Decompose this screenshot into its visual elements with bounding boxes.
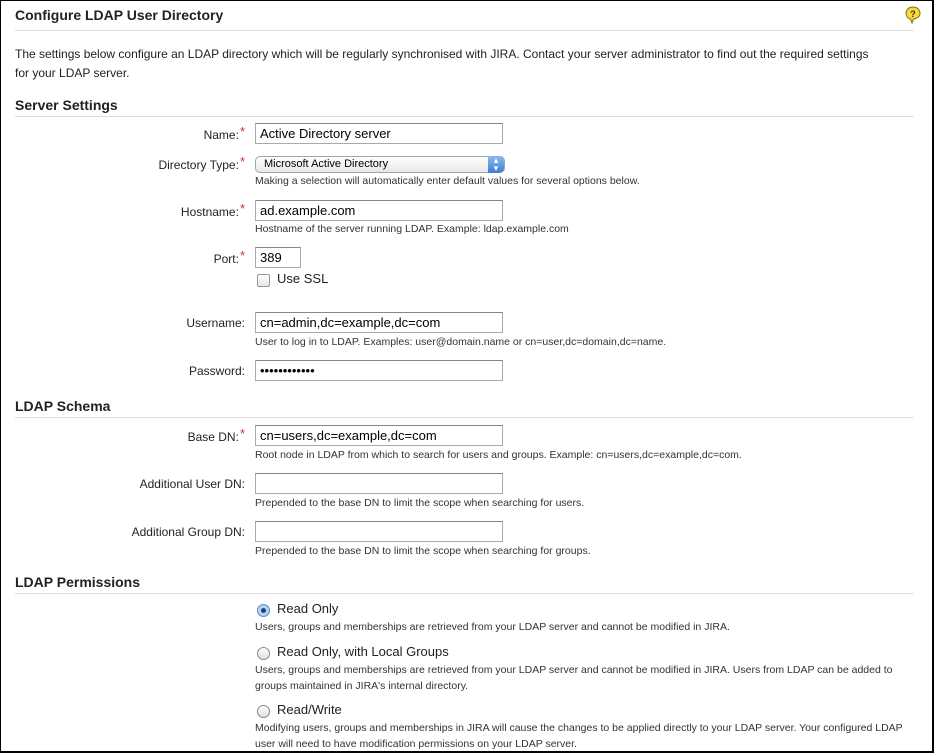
read-only-description: Users, groups and memberships are retrie… — [255, 621, 730, 633]
directory-type-hint: Making a selection will automatically en… — [255, 175, 640, 187]
section-ldap-permissions: LDAP Permissions — [15, 574, 914, 594]
name-input[interactable] — [255, 123, 503, 144]
username-input[interactable] — [255, 312, 503, 333]
additional-group-dn-input[interactable] — [255, 521, 503, 542]
section-ldap-schema: LDAP Schema — [15, 398, 914, 418]
password-label: Password: — [188, 364, 245, 378]
additional-group-dn-label: Additional Group DN: — [131, 525, 245, 539]
name-label: Name:* — [203, 124, 245, 142]
read-only-local-groups-radio[interactable] — [257, 647, 270, 660]
directory-type-value: Microsoft Active Directory — [264, 158, 389, 170]
username-hint: User to log in to LDAP. Examples: user@d… — [255, 336, 667, 348]
base-dn-input[interactable] — [255, 425, 503, 446]
select-arrows-icon: ▴ ▾ — [488, 156, 504, 173]
additional-user-dn-hint: Prepended to the base DN to limit the sc… — [255, 497, 585, 509]
port-label: Port:* — [213, 248, 245, 266]
page-title: Configure LDAP User Directory — [15, 7, 224, 23]
directory-type-label: Directory Type:* — [158, 154, 245, 172]
base-dn-label: Base DN:* — [187, 426, 245, 444]
port-input[interactable] — [255, 247, 301, 268]
svg-text:?: ? — [910, 9, 916, 19]
ldap-config-page: Configure LDAP User Directory ? The sett… — [15, 1, 921, 750]
section-server-settings: Server Settings — [15, 97, 914, 117]
use-ssl-checkbox[interactable] — [257, 274, 270, 287]
hostname-input[interactable] — [255, 200, 503, 221]
read-write-radio[interactable] — [257, 705, 270, 718]
password-input[interactable] — [255, 360, 503, 381]
hostname-label: Hostname:* — [180, 201, 245, 219]
base-dn-hint: Root node in LDAP from which to search f… — [255, 449, 742, 461]
help-bubble-icon[interactable]: ? — [904, 6, 922, 24]
additional-user-dn-input[interactable] — [255, 473, 503, 494]
read-write-description: Modifying users, groups and memberships … — [255, 722, 903, 750]
intro-text: The settings below configure an LDAP dir… — [15, 47, 869, 80]
title-bar: Configure LDAP User Directory ? — [15, 1, 921, 31]
username-label: Username: — [186, 316, 245, 330]
read-only-local-groups-label[interactable]: Read Only, with Local Groups — [277, 644, 449, 659]
use-ssl-label[interactable]: Use SSL — [277, 271, 328, 286]
read-only-local-groups-description: Users, groups and memberships are retrie… — [255, 664, 893, 692]
required-marker: * — [239, 124, 245, 139]
hostname-hint: Hostname of the server running LDAP. Exa… — [255, 223, 569, 235]
additional-group-dn-hint: Prepended to the base DN to limit the sc… — [255, 545, 591, 557]
directory-type-select[interactable]: Microsoft Active Directory ▴ ▾ — [255, 156, 505, 173]
read-only-label[interactable]: Read Only — [277, 601, 338, 616]
additional-user-dn-label: Additional User DN: — [139, 477, 245, 491]
read-write-label[interactable]: Read/Write — [277, 702, 342, 717]
read-only-radio[interactable] — [257, 604, 270, 617]
